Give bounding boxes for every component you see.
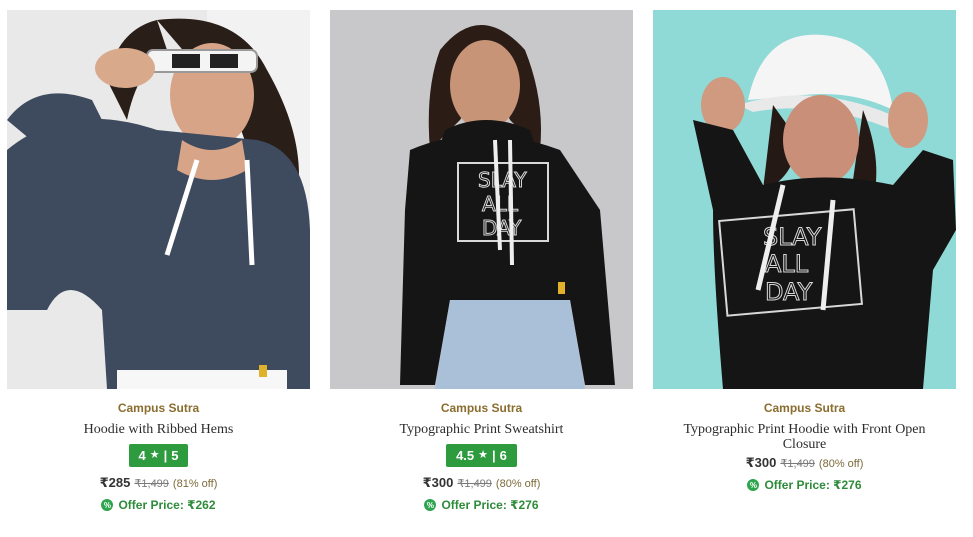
price-row: ₹300 ₹1,499 (80% off) xyxy=(423,475,541,492)
print-text-line: ALL xyxy=(765,250,809,278)
price-row: ₹300 ₹1,499 (80% off) xyxy=(746,455,864,472)
product-image[interactable]: SLAY ALL DAY xyxy=(330,10,633,389)
print-text-line: ALL xyxy=(482,192,519,216)
star-icon: ★ xyxy=(149,449,160,461)
rating-count: 5 xyxy=(171,448,179,463)
print-text-line: DAY xyxy=(482,216,522,240)
offer-badge-icon: % xyxy=(424,499,437,511)
rating-badge: 4.5 ★ | 6 xyxy=(446,444,517,467)
print-text-line: SLAY xyxy=(478,168,527,192)
product-card[interactable]: SLAY ALL DAY Campus Sutra Typographic Pr… xyxy=(653,10,956,512)
price-row: ₹285 ₹1,499 (81% off) xyxy=(100,475,218,492)
product-grid: Campus Sutra Hoodie with Ribbed Hems 4 ★… xyxy=(7,10,956,512)
offer-badge-icon: % xyxy=(101,499,114,511)
offer-price: % Offer Price: ₹262 xyxy=(101,498,216,512)
discount-percent: (81% off) xyxy=(172,478,218,490)
product-card[interactable]: SLAY ALL DAY Campus Sutra Typographic Pr… xyxy=(330,10,633,512)
mrp-price: ₹1,499 xyxy=(134,478,169,490)
star-icon: ★ xyxy=(478,449,489,461)
discount-percent: (80% off) xyxy=(818,458,864,470)
rating-badge: 4 ★ | 5 xyxy=(128,444,189,467)
selling-price: ₹300 xyxy=(745,455,777,470)
product-brand: Campus Sutra xyxy=(763,401,846,415)
product-card[interactable]: Campus Sutra Hoodie with Ribbed Hems 4 ★… xyxy=(7,10,310,512)
offer-badge-icon: % xyxy=(747,479,760,491)
offer-price: % Offer Price: ₹276 xyxy=(424,498,539,512)
mrp-price: ₹1,499 xyxy=(457,478,492,490)
product-title[interactable]: Typographic Print Sweatshirt xyxy=(347,422,617,437)
product-title[interactable]: Typographic Print Hoodie with Front Open… xyxy=(670,422,940,452)
rating-count: 6 xyxy=(499,448,507,463)
offer-price-label: Offer Price: ₹276 xyxy=(441,498,539,512)
offer-price: % Offer Price: ₹276 xyxy=(747,478,862,492)
product-image[interactable] xyxy=(7,10,310,389)
product-brand: Campus Sutra xyxy=(440,401,523,415)
selling-price: ₹300 xyxy=(422,475,454,490)
print-text-line: DAY xyxy=(765,278,813,306)
offer-price-label: Offer Price: ₹276 xyxy=(764,478,862,492)
rating-value: 4 xyxy=(138,448,146,463)
discount-percent: (80% off) xyxy=(495,478,541,490)
rating-value: 4.5 xyxy=(456,448,475,463)
product-image[interactable]: SLAY ALL DAY xyxy=(653,10,956,389)
product-brand: Campus Sutra xyxy=(117,401,200,415)
selling-price: ₹285 xyxy=(99,475,131,490)
mrp-price: ₹1,499 xyxy=(780,458,815,470)
offer-price-label: Offer Price: ₹262 xyxy=(118,498,216,512)
product-title[interactable]: Hoodie with Ribbed Hems xyxy=(24,422,294,437)
